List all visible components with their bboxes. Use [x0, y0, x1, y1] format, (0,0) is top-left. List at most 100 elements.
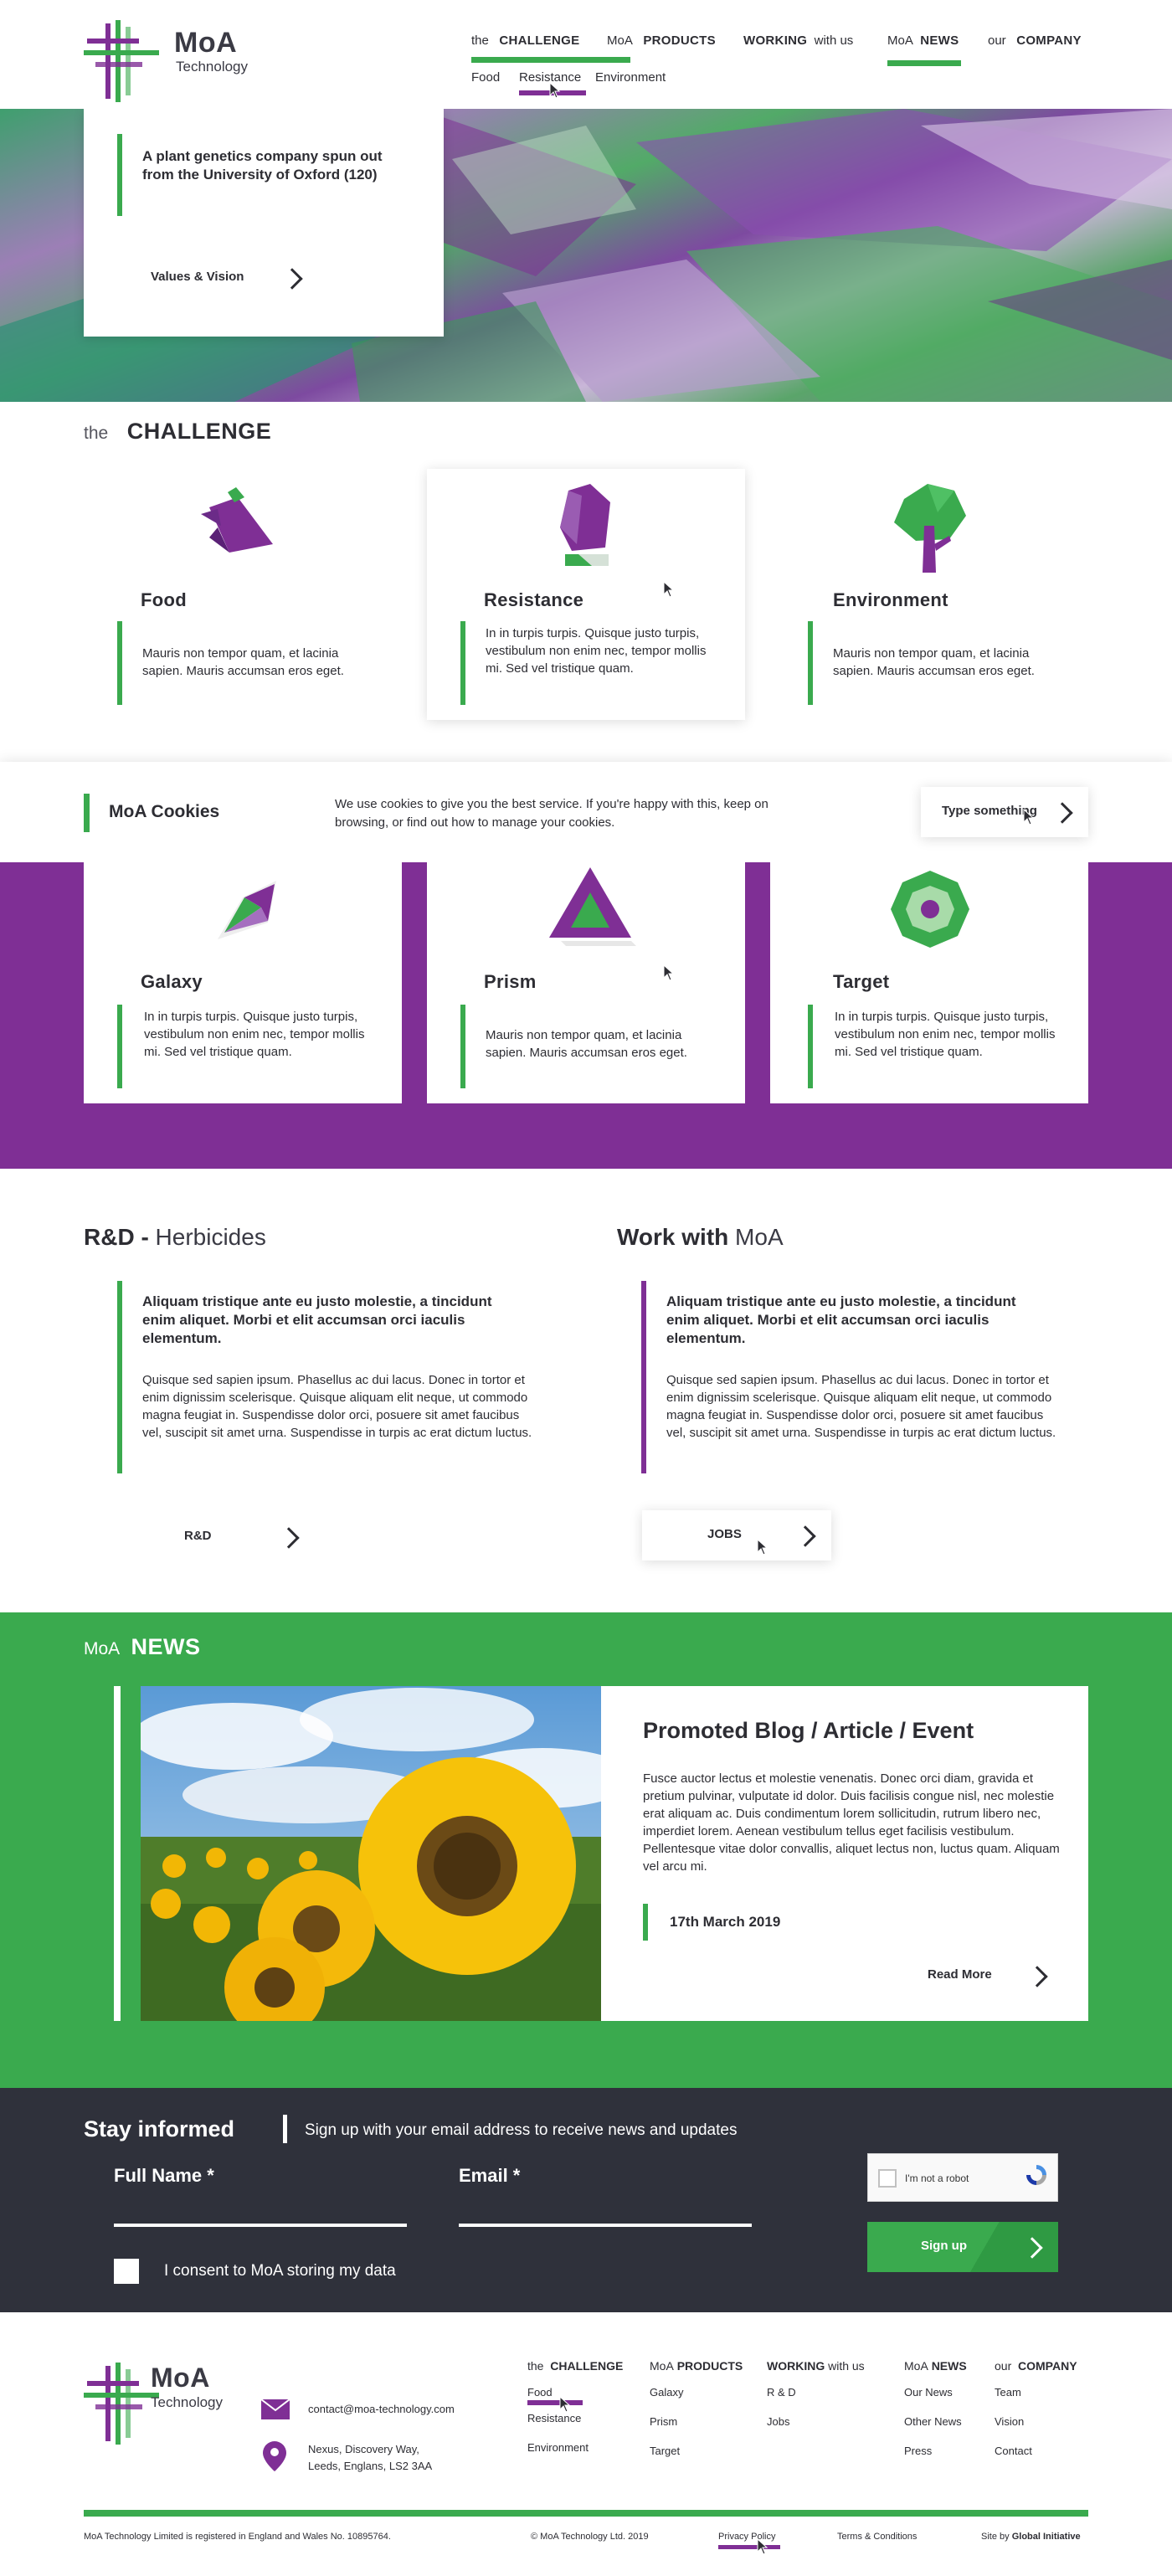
recaptcha-widget[interactable]: I'm not a robot: [867, 2153, 1058, 2202]
values-vision-link[interactable]: Values & Vision: [151, 260, 368, 298]
footer-link[interactable]: Resistance: [527, 2412, 636, 2424]
footer-col-news: MoA NEWS Our News Other News Press: [904, 2359, 988, 2457]
challenge-card-food[interactable]: Food Mauris non tempor quam, et lacinia …: [84, 469, 402, 720]
chevron-right-icon: [278, 1527, 300, 1549]
cookie-banner: MoA Cookies We use cookies to give you t…: [0, 762, 1172, 862]
news-accent: [114, 1686, 121, 2021]
footer-link[interactable]: Environment: [527, 2441, 636, 2454]
email-field[interactable]: [459, 2197, 752, 2227]
footer-link[interactable]: Other News: [904, 2415, 988, 2428]
rd-lead: Aliquam tristique ante eu justo molestie…: [142, 1293, 492, 1346]
card-accent: [460, 621, 465, 705]
card-title: Galaxy: [141, 971, 203, 992]
footer-link[interactable]: Team: [995, 2386, 1088, 2399]
subnav-environment[interactable]: Environment: [595, 70, 666, 85]
cookie-accept-button[interactable]: Type something: [921, 787, 1088, 837]
recaptcha-checkbox[interactable]: [878, 2169, 897, 2188]
footer-terms-link[interactable]: Terms & Conditions: [837, 2532, 917, 2542]
nav-moa-news[interactable]: MoA NEWS: [887, 33, 959, 48]
subnav-food[interactable]: Food: [471, 70, 500, 85]
card-title: Environment: [833, 589, 948, 610]
signup-button[interactable]: Sign up: [867, 2222, 1058, 2272]
challenge-pre: the: [84, 424, 109, 443]
footer-link[interactable]: Contact: [995, 2445, 1088, 2457]
nav-moa-products[interactable]: MoA PRODUCTS: [607, 33, 716, 48]
footer-active-underline: [527, 2400, 583, 2405]
mouse-cursor-icon: [559, 2396, 571, 2413]
product-card-prism[interactable]: Prism Mauris non tempor quam, et lacinia…: [427, 862, 745, 1103]
nav-the-challenge[interactable]: the CHALLENGE: [471, 33, 579, 48]
footer-copyright: © MoA Technology Ltd. 2019: [531, 2532, 649, 2542]
full-name-field[interactable]: [114, 2197, 407, 2227]
logo[interactable]: MoA Technology: [84, 20, 260, 104]
nav-pre: MoA: [887, 33, 913, 48]
nav-working-with-us[interactable]: WORKING with us: [743, 33, 853, 48]
consent-checkbox[interactable]: [114, 2259, 139, 2284]
read-more-link[interactable]: Read More: [928, 1959, 1061, 1992]
hero-banner: A plant genetics company spun out from t…: [0, 109, 1172, 402]
nav-main: NEWS: [920, 33, 959, 48]
footer-divider: [84, 2510, 1088, 2517]
work-title: Work with MoA: [617, 1224, 784, 1251]
nav-pre: MoA: [607, 33, 633, 48]
footer-pre: our: [995, 2359, 1012, 2373]
footer-site-by[interactable]: Site by Global Initiative: [981, 2532, 1081, 2542]
footer-link[interactable]: Target: [650, 2445, 758, 2457]
news-article-card[interactable]: Promoted Blog / Article / Event Fusce au…: [141, 1686, 1088, 2021]
footer-link[interactable]: Our News: [904, 2386, 988, 2399]
footer-col-heading[interactable]: the CHALLENGE: [527, 2359, 636, 2373]
site-header: MoA Technology the CHALLENGE MoA PRODUCT…: [0, 0, 1172, 109]
work-lead: Aliquam tristique ante eu justo molestie…: [666, 1293, 1016, 1346]
chevron-right-icon: [1021, 2237, 1043, 2259]
card-title: Prism: [484, 971, 537, 992]
mouse-cursor-icon: [663, 964, 675, 981]
card-text: Mauris non tempor quam, et lacinia sapie…: [833, 646, 1035, 678]
nav-main: CHALLENGE: [499, 33, 580, 48]
footer-email[interactable]: contact@moa-technology.com: [308, 2403, 455, 2415]
footer-link[interactable]: Vision: [995, 2415, 1088, 2428]
footer-col-heading[interactable]: MoA NEWS: [904, 2359, 988, 2373]
chevron-right-icon: [1026, 1966, 1048, 1987]
product-card-target[interactable]: Target In in turpis turpis. Quisque just…: [770, 862, 1088, 1103]
footer-logo[interactable]: MoA Technology: [84, 2363, 251, 2446]
footer-link[interactable]: Prism: [650, 2415, 758, 2428]
product-card-galaxy[interactable]: Galaxy In in turpis turpis. Quisque just…: [84, 862, 402, 1103]
card-text: In in turpis turpis. Quisque justo turpi…: [835, 1010, 1056, 1059]
rd-button[interactable]: R&D: [151, 1514, 318, 1561]
recaptcha-label: I'm not a robot: [905, 2172, 969, 2184]
nav-news-underline: [887, 60, 961, 66]
footer-link[interactable]: Galaxy: [650, 2386, 758, 2399]
nav-pre: our: [988, 33, 1006, 48]
nav-active-underline: [471, 57, 630, 63]
card-accent: [808, 621, 813, 705]
footer-col-heading[interactable]: MoA PRODUCTS: [650, 2359, 758, 2373]
footer-link[interactable]: R & D: [767, 2386, 884, 2399]
nav-pre: the: [471, 33, 489, 48]
signup-subtitle: Sign up with your email address to recei…: [305, 2121, 738, 2139]
privacy-underline: [718, 2545, 780, 2549]
footer-main: CHALLENGE: [550, 2359, 624, 2373]
footer-col-challenge: the CHALLENGE Food Resistance Environmen…: [527, 2359, 636, 2454]
footer-pre: with us: [828, 2359, 865, 2373]
rd-accent: [117, 1281, 122, 1473]
footer-link[interactable]: Press: [904, 2445, 988, 2457]
footer-link[interactable]: Jobs: [767, 2415, 884, 2428]
sunflower-image: [141, 1686, 601, 2021]
nav-main: WORKING: [743, 33, 808, 48]
footer-col-heading[interactable]: WORKING with us: [767, 2359, 884, 2373]
footer-col-working: WORKING with us R & D Jobs: [767, 2359, 884, 2428]
footer-pre: the: [527, 2359, 544, 2373]
jobs-button[interactable]: JOBS: [642, 1510, 831, 1561]
values-vision-label: Values & Vision: [151, 270, 244, 284]
nav-our-company[interactable]: our COMPANY: [988, 33, 1082, 48]
footer-main: NEWS: [931, 2359, 967, 2373]
site-by-pre: Site by: [981, 2532, 1010, 2542]
footer-address-line1: Nexus, Discovery Way,: [308, 2443, 419, 2455]
footer-col-heading[interactable]: our COMPANY: [995, 2359, 1088, 2373]
challenge-card-resistance[interactable]: Resistance In in turpis turpis. Quisque …: [427, 469, 745, 720]
footer-link[interactable]: Food: [527, 2386, 636, 2399]
article-date-accent: [643, 1904, 648, 1941]
challenge-card-environment[interactable]: Environment Mauris non tempor quam, et l…: [770, 469, 1088, 720]
tree-icon: [894, 484, 966, 573]
challenge-title: the CHALLENGE: [84, 419, 271, 445]
